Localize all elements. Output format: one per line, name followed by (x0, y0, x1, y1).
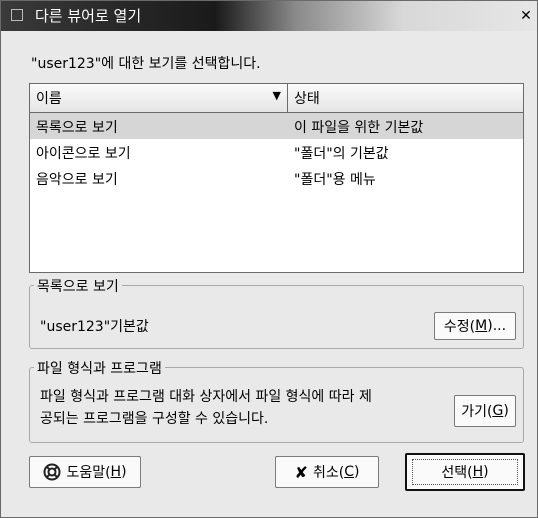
file-types-group-title: 파일 형식과 프로그램 (34, 358, 165, 378)
prompt-text: "user123"에 대한 보기를 선택합니다. (31, 56, 261, 72)
viewer-list[interactable]: 이름 ▼ 상태 목록으로 보기 이 파일을 위한 기본값 아이콘으로 보기 "폴… (29, 83, 524, 273)
focus-ring (412, 459, 518, 485)
view-settings-group: 목록으로 보기 "user123"기본값 수정(M)... (29, 276, 524, 349)
dialog-window: 다른 뷰어로 열기 ✕ "user123"에 대한 보기를 선택합니다. 이름 … (0, 0, 538, 518)
view-group-title: 목록으로 보기 (34, 276, 122, 296)
goto-button[interactable]: 가기(G) (454, 395, 516, 427)
row-name: 아이콘으로 보기 (36, 146, 131, 162)
column-header-status-label: 상태 (294, 91, 320, 107)
help-icon (43, 463, 61, 481)
help-button-label: 도움말( (66, 465, 111, 481)
goto-button-suffix: ) (503, 403, 509, 419)
close-icon[interactable]: ✕ (517, 7, 535, 25)
row-name: 목록으로 보기 (36, 120, 118, 136)
file-types-group: 파일 형식과 프로그램 파일 형식과 프로그램 대화 상자에서 파일 형식에 따… (29, 358, 524, 443)
edit-button-suffix: )... (487, 318, 507, 334)
cancel-x-icon: ✘ (294, 462, 308, 482)
edit-button[interactable]: 수정(M)... (434, 312, 516, 340)
help-button-suffix: ) (121, 464, 127, 480)
column-header-status[interactable]: 상태 (288, 84, 523, 112)
row-name: 음악으로 보기 (36, 172, 118, 188)
description-line-1: 파일 형식과 프로그램 대화 상자에서 파일 형식에 따라 제 (40, 389, 372, 405)
row-status: "폴더"용 메뉴 (294, 172, 376, 188)
row-status: "폴더"의 기본값 (294, 146, 389, 162)
cancel-button[interactable]: ✘ 취소(C) (275, 456, 379, 488)
title-bar[interactable]: 다른 뷰어로 열기 ✕ (1, 1, 537, 31)
select-button[interactable]: 선택(H) (405, 453, 525, 491)
cancel-button-label: 취소( (312, 465, 345, 481)
row-status: 이 파일을 위한 기본값 (294, 120, 424, 136)
file-types-description: 파일 형식과 프로그램 대화 상자에서 파일 형식에 따라 제 공되는 프로그램… (40, 386, 372, 430)
list-header: 이름 ▼ 상태 (30, 84, 523, 113)
cancel-button-mnemonic: C (344, 464, 354, 480)
column-header-name-label: 이름 (36, 91, 62, 107)
description-line-2: 공되는 프로그램을 구성할 수 있습니다. (40, 411, 269, 427)
goto-button-label: 가기( (461, 404, 493, 420)
sort-down-icon: ▼ (272, 89, 281, 102)
goto-button-mnemonic: G (492, 403, 504, 419)
edit-button-label: 수정( (443, 319, 476, 335)
list-row[interactable]: 음악으로 보기 "폴더"용 메뉴 (30, 165, 523, 191)
view-default-text: "user123"기본값 (40, 319, 149, 335)
list-row[interactable]: 아이콘으로 보기 "폴더"의 기본값 (30, 139, 523, 165)
window-menu-icon[interactable] (11, 9, 23, 21)
edit-button-mnemonic: M (475, 318, 488, 334)
column-header-name[interactable]: 이름 ▼ (30, 84, 288, 112)
cancel-button-suffix: ) (353, 464, 360, 480)
window-title: 다른 뷰어로 열기 (35, 7, 142, 25)
list-row[interactable]: 목록으로 보기 이 파일을 위한 기본값 (30, 113, 523, 139)
help-button[interactable]: 도움말(H) (29, 456, 141, 488)
help-button-mnemonic: H (110, 464, 122, 480)
